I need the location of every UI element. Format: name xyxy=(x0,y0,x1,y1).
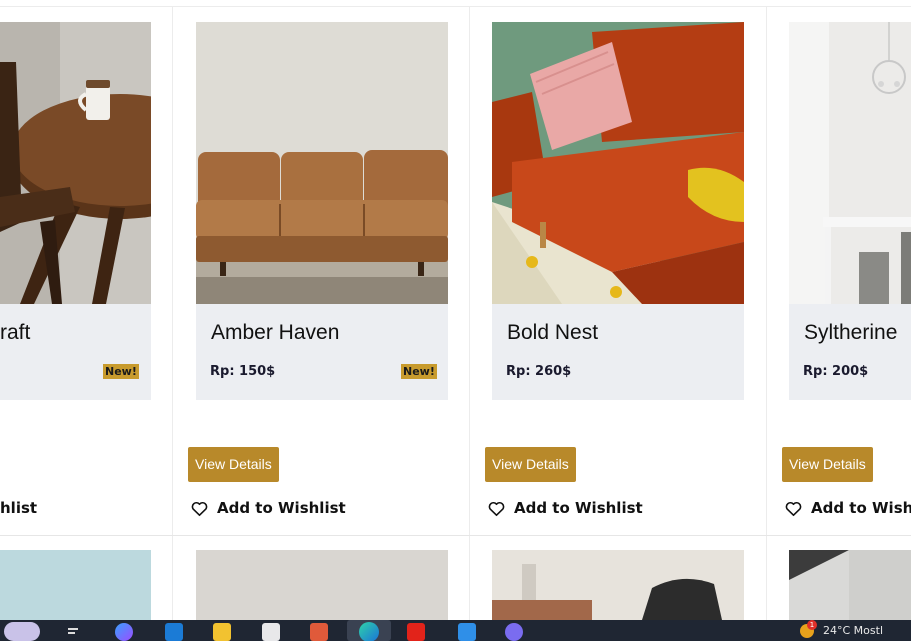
file-explorer-icon[interactable] xyxy=(213,623,231,641)
youtube-icon[interactable] xyxy=(407,623,425,641)
product-card-bold-nest: Bold Nest Rp: 260$ View Details Add to W… xyxy=(470,7,767,535)
copilot-icon[interactable] xyxy=(115,623,133,641)
view-details-button[interactable]: View Details xyxy=(485,447,576,482)
add-to-wishlist[interactable]: Add to Wishlist xyxy=(487,497,643,519)
notification-badge: 1 xyxy=(807,620,817,630)
new-badge: New! xyxy=(103,364,139,379)
product-title[interactable]: Bold Nest xyxy=(507,321,598,345)
edge-icon[interactable] xyxy=(347,620,391,641)
weather-icon[interactable]: 1 xyxy=(800,620,817,638)
wishlist-label: Add to Wishl xyxy=(811,499,911,517)
app-icon[interactable] xyxy=(310,623,328,641)
product-info-panel: Syltherine Rp: 200$ xyxy=(789,304,911,400)
product-image-syltherine[interactable] xyxy=(789,22,911,304)
view-details-button[interactable]: View Details xyxy=(188,447,279,482)
product-title[interactable]: Syltherine xyxy=(804,321,897,345)
wishlist-label: Add to Wishlist xyxy=(217,499,346,517)
start-icon[interactable] xyxy=(4,622,40,641)
product-grid: raft New! hlist Amber Haven Rp: 150$ New… xyxy=(0,0,911,620)
add-to-wishlist[interactable]: hlist xyxy=(0,497,37,519)
product-image[interactable] xyxy=(196,550,448,620)
product-card-1: raft New! hlist xyxy=(0,7,173,535)
product-info-panel: Amber Haven Rp: 150$ New! xyxy=(196,304,448,400)
product-info-panel: Bold Nest Rp: 260$ xyxy=(492,304,744,400)
vscode-icon[interactable] xyxy=(458,623,476,641)
product-title[interactable]: Amber Haven xyxy=(211,321,339,345)
taskbar: 1 24°C Mostl xyxy=(0,620,911,641)
dining-photo xyxy=(789,22,911,304)
product-image[interactable] xyxy=(789,550,911,620)
product-price: Rp: 150$ xyxy=(210,364,276,379)
product-image-bold-nest[interactable] xyxy=(492,22,744,304)
product-title[interactable]: raft xyxy=(0,321,30,345)
orange-sofa-photo xyxy=(492,22,744,304)
product-image-amber-haven[interactable] xyxy=(196,22,448,304)
search-icon[interactable] xyxy=(66,623,84,641)
wishlist-label: Add to Wishlist xyxy=(514,499,643,517)
product-card-row2-1 xyxy=(0,536,173,620)
product-card-syltherine: Syltherine Rp: 200$ View Details Add to … xyxy=(767,7,911,535)
calendar-icon[interactable] xyxy=(262,623,280,641)
view-details-button[interactable]: View Details xyxy=(782,447,873,482)
heart-icon xyxy=(488,501,505,516)
sofa-photo xyxy=(196,22,448,304)
weather-text[interactable]: 24°C Mostl xyxy=(823,624,883,637)
add-to-wishlist[interactable]: Add to Wishlist xyxy=(190,497,346,519)
add-to-wishlist[interactable]: Add to Wishl xyxy=(784,497,911,519)
product-price: Rp: 200$ xyxy=(803,364,869,379)
product-image-table[interactable] xyxy=(0,22,151,304)
new-badge: New! xyxy=(401,364,437,379)
product-card-amber-haven: Amber Haven Rp: 150$ New! View Details A… xyxy=(173,7,470,535)
heart-icon xyxy=(191,501,208,516)
store-icon[interactable] xyxy=(165,623,183,641)
chair-photo xyxy=(492,550,744,620)
wishlist-label: hlist xyxy=(0,499,38,517)
product-card-row2-3 xyxy=(470,536,767,620)
product-image[interactable] xyxy=(492,550,744,620)
product-card-row2-2 xyxy=(173,536,470,620)
lamp-photo xyxy=(789,550,911,620)
product-price: Rp: 260$ xyxy=(506,364,572,379)
product-info-panel: raft New! xyxy=(0,304,151,400)
heart-icon xyxy=(785,501,802,516)
table-photo xyxy=(0,22,151,304)
product-image[interactable] xyxy=(0,550,151,620)
product-card-row2-4 xyxy=(767,536,911,620)
discord-icon[interactable] xyxy=(505,623,523,641)
